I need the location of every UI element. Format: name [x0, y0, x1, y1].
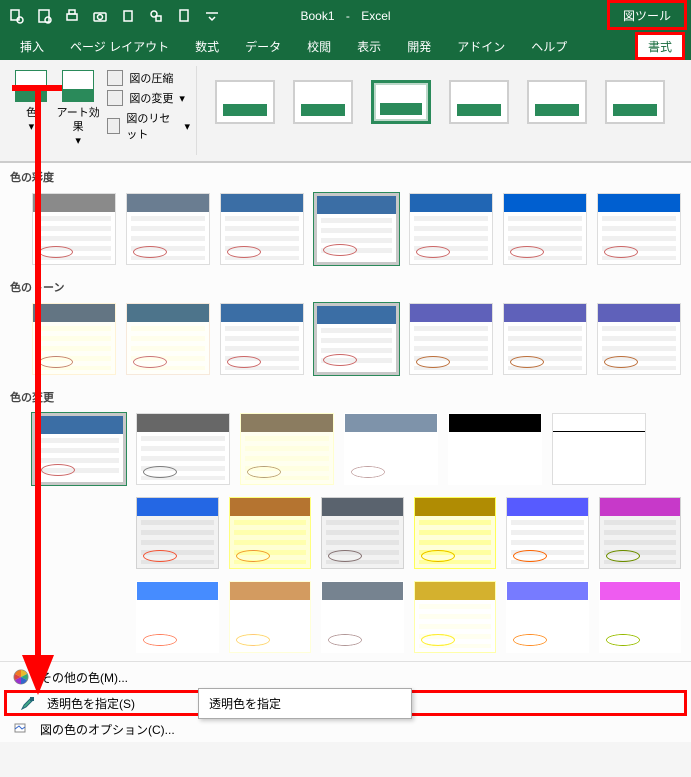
qat-shapes[interactable]	[144, 4, 168, 28]
tone-thumb[interactable]	[409, 303, 493, 375]
recolor-thumb[interactable]	[506, 497, 589, 569]
picture-style-thumb[interactable]	[215, 80, 275, 124]
saturation-row	[0, 189, 691, 273]
color-options-label: 図の色のオプション(C)...	[40, 721, 175, 738]
saturation-section-title: 色の彩度	[0, 163, 691, 189]
tone-thumb[interactable]	[32, 303, 116, 375]
picture-color-options-menuitem[interactable]: 図の色のオプション(C)...	[0, 716, 691, 742]
contextual-tab-picture-tools: 図ツール	[607, 0, 687, 30]
qat-new[interactable]	[32, 4, 56, 28]
recolor-thumb[interactable]	[599, 497, 682, 569]
artistic-effects-button[interactable]: アート効果▾	[55, 66, 102, 155]
tone-thumb[interactable]	[220, 303, 304, 375]
recolor-section-title: 色の変更	[0, 383, 691, 409]
ribbon-group-styles	[197, 66, 683, 155]
picture-style-thumb[interactable]	[605, 80, 665, 124]
tone-thumb[interactable]	[314, 303, 399, 375]
recolor-thumb[interactable]	[136, 413, 230, 485]
reset-picture[interactable]: 図のリセット ▾	[107, 110, 190, 142]
recolor-thumb[interactable]	[229, 497, 312, 569]
more-colors-label: その他の色(M)...	[40, 669, 128, 686]
change-icon	[107, 90, 123, 106]
recolor-thumb[interactable]	[136, 581, 219, 653]
saturation-thumb[interactable]	[314, 193, 399, 265]
color-wheel-icon	[12, 668, 30, 686]
qat-camera[interactable]	[88, 4, 112, 28]
color-dropdown-panel: 色の彩度 色のトーン 色の変更	[0, 162, 691, 742]
tab-addins[interactable]: アドイン	[453, 32, 509, 60]
reset-icon	[107, 118, 120, 134]
qat-more[interactable]	[200, 4, 224, 28]
picture-style-thumb[interactable]	[293, 80, 353, 124]
app-name: Excel	[357, 9, 394, 23]
recolor-thumb[interactable]	[414, 581, 497, 653]
titlebar: Book1 - Excel 図ツール	[0, 0, 691, 32]
tab-formulas[interactable]: 数式	[191, 32, 223, 60]
recolor-row-1	[0, 409, 691, 493]
picture-style-thumb[interactable]	[527, 80, 587, 124]
saturation-thumb[interactable]	[409, 193, 493, 265]
more-colors-menuitem[interactable]: その他の色(M)...	[0, 664, 691, 690]
qat-paste[interactable]	[116, 4, 140, 28]
quick-access-toolbar	[0, 4, 228, 28]
tone-thumb[interactable]	[126, 303, 210, 375]
tab-help[interactable]: ヘルプ	[527, 32, 571, 60]
recolor-thumb[interactable]	[599, 581, 682, 653]
saturation-thumb[interactable]	[597, 193, 681, 265]
tab-format[interactable]: 書式	[635, 32, 685, 60]
ribbon-tabs: 挿入 ページ レイアウト 数式 データ 校閲 表示 開発 アドイン ヘルプ 書式	[0, 32, 691, 60]
tab-page-layout[interactable]: ページ レイアウト	[66, 32, 173, 60]
qat-quick-print[interactable]	[60, 4, 84, 28]
saturation-thumb[interactable]	[503, 193, 587, 265]
color-menu-footer: その他の色(M)... 透明色を指定(S) 図の色のオプション(C)... 透明…	[0, 661, 691, 742]
eyedropper-icon	[19, 694, 37, 712]
tab-data[interactable]: データ	[241, 32, 285, 60]
picture-icon	[15, 70, 47, 102]
recolor-thumb[interactable]	[344, 413, 438, 485]
tone-row	[0, 299, 691, 383]
recolor-thumb[interactable]	[414, 497, 497, 569]
saturation-thumb[interactable]	[126, 193, 210, 265]
recolor-thumb[interactable]	[229, 581, 312, 653]
recolor-thumb[interactable]	[321, 581, 404, 653]
saturation-thumb[interactable]	[220, 193, 304, 265]
compress-pictures[interactable]: 図の圧縮	[107, 70, 190, 86]
tone-section-title: 色のトーン	[0, 273, 691, 299]
qat-blank[interactable]	[172, 4, 196, 28]
tone-thumb[interactable]	[597, 303, 681, 375]
tab-view[interactable]: 表示	[353, 32, 385, 60]
color-button[interactable]: 色▾	[14, 66, 49, 155]
tooltip: 透明色を指定	[198, 688, 412, 719]
tone-thumb[interactable]	[503, 303, 587, 375]
picture-styles-gallery	[203, 66, 677, 124]
recolor-thumb[interactable]	[321, 497, 404, 569]
ribbon-body: 色▾ アート効果▾ 図の圧縮 図の変更 ▾ 図のリセット ▾	[0, 60, 691, 162]
tab-review[interactable]: 校閲	[303, 32, 335, 60]
tab-insert[interactable]: 挿入	[16, 32, 48, 60]
change-picture[interactable]: 図の変更 ▾	[107, 90, 190, 106]
qat-print-preview[interactable]	[4, 4, 28, 28]
recolor-thumb[interactable]	[552, 413, 646, 485]
recolor-thumb[interactable]	[506, 581, 589, 653]
doc-name: Book1	[296, 9, 338, 23]
recolor-thumb[interactable]	[448, 413, 542, 485]
recolor-thumb[interactable]	[32, 413, 126, 485]
tab-developer[interactable]: 開発	[403, 32, 435, 60]
picture-style-thumb[interactable]	[371, 80, 431, 124]
recolor-thumb[interactable]	[136, 497, 219, 569]
compress-icon	[107, 70, 123, 86]
options-icon	[12, 720, 30, 738]
recolor-row-2	[0, 493, 691, 577]
recolor-row-3	[0, 577, 691, 661]
saturation-thumb[interactable]	[32, 193, 116, 265]
set-transparent-label: 透明色を指定(S)	[47, 695, 135, 712]
recolor-thumb[interactable]	[240, 413, 334, 485]
ribbon-group-adjust: 色▾ アート効果▾ 図の圧縮 図の変更 ▾ 図のリセット ▾	[8, 66, 197, 155]
picture-style-thumb[interactable]	[449, 80, 509, 124]
picture-icon	[62, 70, 94, 102]
